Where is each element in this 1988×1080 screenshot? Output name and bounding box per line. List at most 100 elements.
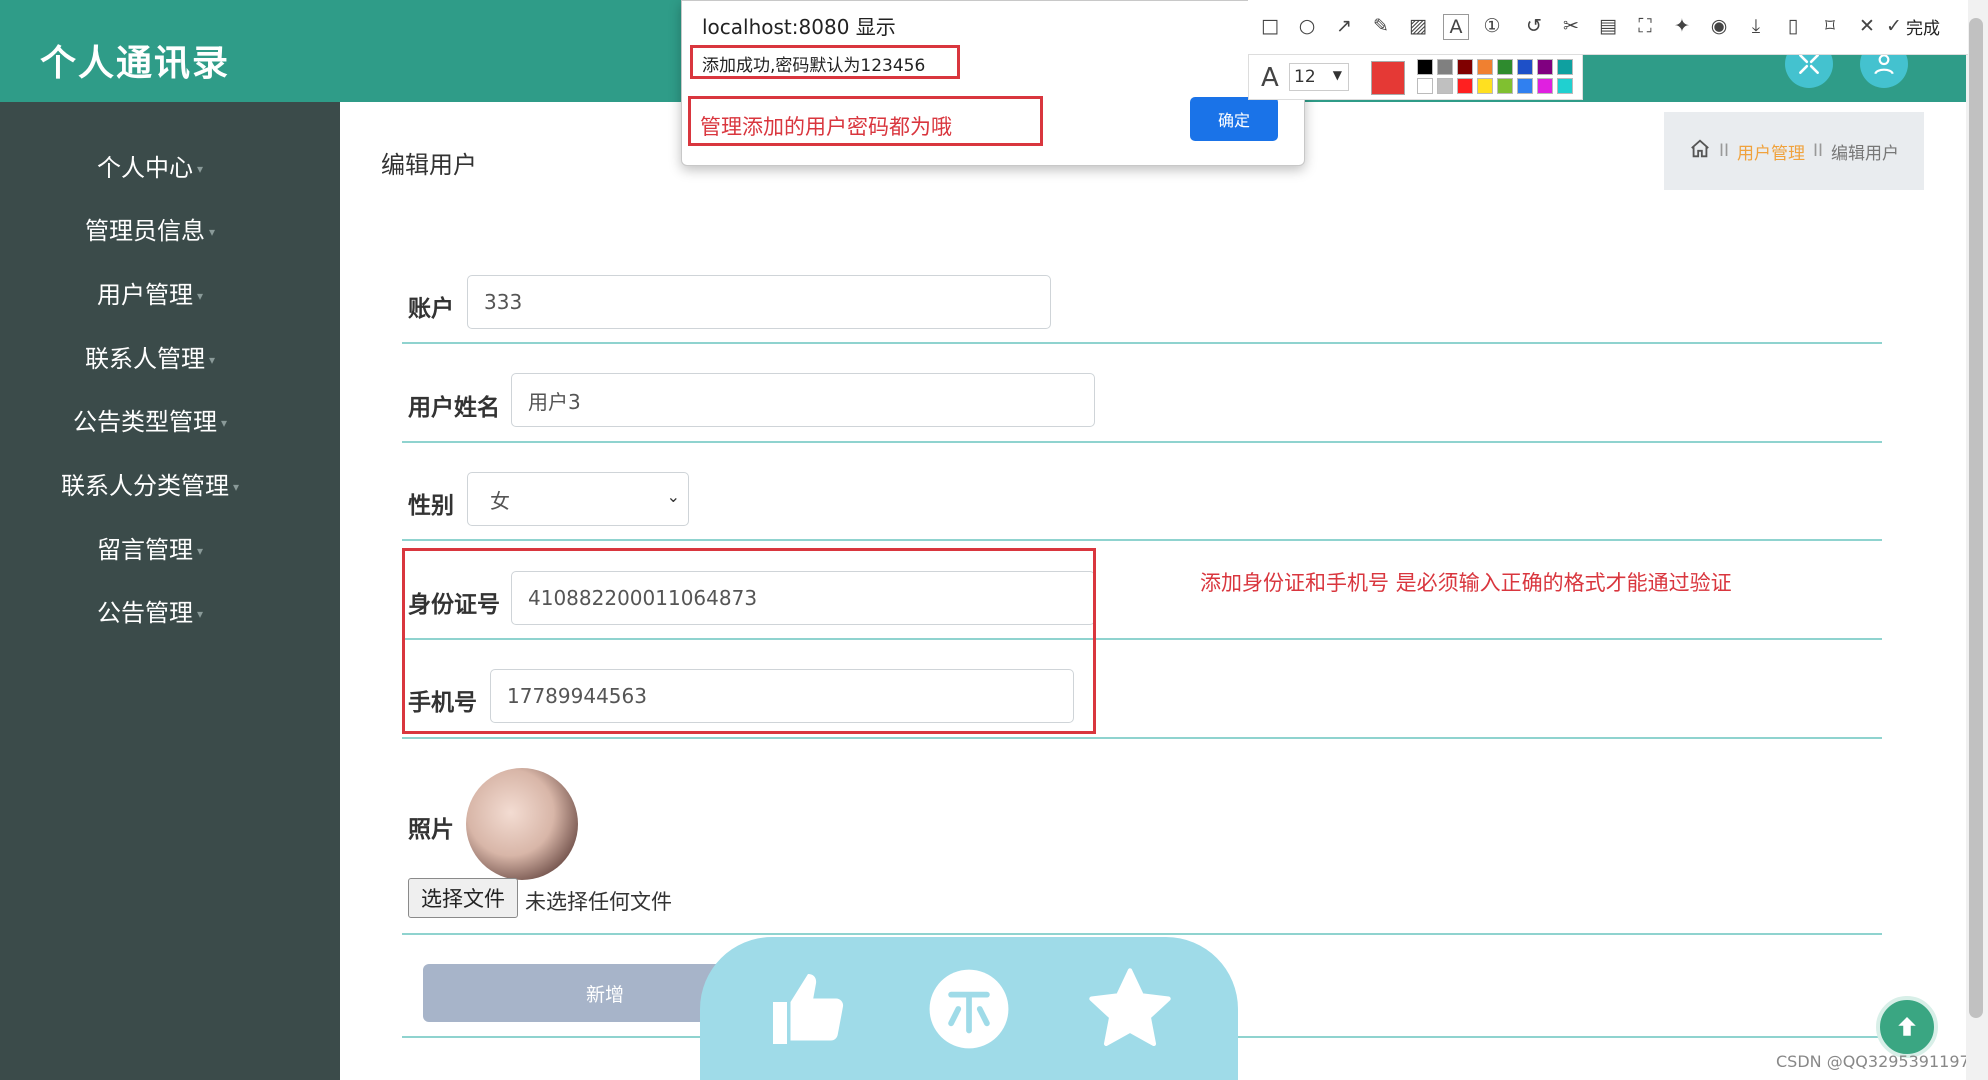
pin-icon[interactable]: ✦ xyxy=(1670,14,1694,38)
star-icon[interactable] xyxy=(1080,959,1180,1059)
choose-file-button[interactable]: 选择文件 xyxy=(408,878,518,918)
no-file-text: 未选择任何文件 xyxy=(525,890,672,914)
caret-down-icon: ▾ xyxy=(196,607,204,621)
sidebar-item-contact-management[interactable]: 联系人管理 ▾ xyxy=(0,339,300,374)
note-text[interactable]: 管理添加的用户密码都为哦 xyxy=(700,111,952,141)
sidebar-item-notice-management[interactable]: 公告管理 ▾ xyxy=(0,593,300,628)
sidebar-item-notice-type-management[interactable]: 公告类型管理 ▾ xyxy=(0,402,300,437)
coin-icon[interactable] xyxy=(919,959,1019,1059)
color-swatch[interactable] xyxy=(1557,59,1573,75)
home-icon[interactable] xyxy=(1689,138,1711,165)
row-divider xyxy=(402,933,1882,935)
color-swatch[interactable] xyxy=(1517,59,1533,75)
ok-button[interactable]: 确定 xyxy=(1190,97,1278,141)
sidebar-item-label: 个人中心 xyxy=(96,154,193,182)
page-title: 编辑用户 xyxy=(381,151,477,179)
color-swatch[interactable] xyxy=(1557,78,1573,94)
font-size-select[interactable]: 12 ▼ xyxy=(1289,63,1349,91)
sidebar-item-label: 公告类型管理 xyxy=(72,408,217,436)
caret-down-icon: ▾ xyxy=(232,480,240,494)
color-swatch[interactable] xyxy=(1417,78,1433,94)
text-tool-icon[interactable]: A xyxy=(1443,14,1469,40)
current-color-swatch[interactable] xyxy=(1371,61,1405,95)
undo-icon[interactable]: ↺ xyxy=(1522,14,1546,38)
scroll-to-top-button[interactable] xyxy=(1876,996,1938,1058)
bookmark-icon[interactable]: ⌑ xyxy=(1818,14,1842,38)
avatar xyxy=(466,768,578,880)
long-screenshot-icon[interactable]: ⛶ xyxy=(1633,14,1657,38)
caret-down-icon: ▾ xyxy=(196,289,204,303)
sidebar-item-personal-center[interactable]: 个人中心 ▾ xyxy=(0,148,300,183)
rectangle-icon[interactable]: □ xyxy=(1258,14,1282,38)
close-icon[interactable]: ✕ xyxy=(1855,14,1879,38)
sidebar-item-label: 联系人管理 xyxy=(84,345,205,373)
color-swatch[interactable] xyxy=(1497,78,1513,94)
sidebar-item-contact-category-management[interactable]: 联系人分类管理 ▾ xyxy=(0,466,300,501)
color-swatch[interactable] xyxy=(1457,59,1473,75)
caret-down-icon: ▾ xyxy=(220,416,228,430)
row-divider xyxy=(402,441,1882,443)
save-to-phone-icon[interactable]: ▯ xyxy=(1781,14,1805,38)
crop-icon[interactable]: ✂ xyxy=(1559,14,1583,38)
caret-down-icon: ▼ xyxy=(1332,68,1342,82)
ocr-icon[interactable]: ▤ xyxy=(1596,14,1620,38)
gender-select[interactable]: 女 ⌄ xyxy=(467,472,689,526)
number-marker-icon[interactable]: ① xyxy=(1480,14,1504,38)
caret-down-icon: ▾ xyxy=(196,162,204,176)
color-swatch[interactable] xyxy=(1437,78,1453,94)
color-swatch[interactable] xyxy=(1437,59,1453,75)
record-icon[interactable]: ◉ xyxy=(1707,14,1731,38)
caret-down-icon: ▾ xyxy=(196,544,204,558)
like-icon[interactable] xyxy=(758,959,858,1059)
sidebar-item-message-management[interactable]: 留言管理 ▾ xyxy=(0,530,300,565)
dialog-title: localhost:8080 显示 xyxy=(702,15,896,39)
gender-selected-value: 女 xyxy=(490,488,510,513)
watermark: CSDN @QQ3295391197 xyxy=(1776,1052,1970,1071)
breadcrumb: II 用户管理 II 编辑用户 xyxy=(1664,112,1924,190)
download-icon[interactable]: ⤓ xyxy=(1744,14,1768,38)
name-label: 用户姓名 xyxy=(408,395,500,421)
annotation-box xyxy=(402,548,1096,734)
floating-action-bar xyxy=(700,937,1238,1080)
color-swatch[interactable] xyxy=(1477,59,1493,75)
arrow-icon[interactable]: ↗ xyxy=(1332,14,1356,38)
snip-toolbar: □ ○ ↗ ✎ ▨ A ① ↺ ✂ ▤ ⛶ ✦ ◉ ⤓ ▯ ⌑ ✕ ✓ 完成 xyxy=(1248,0,1968,55)
color-swatch[interactable] xyxy=(1497,59,1513,75)
name-input[interactable]: 用户3 xyxy=(511,373,1095,427)
breadcrumb-parent[interactable]: 用户管理 xyxy=(1737,139,1805,164)
sidebar-item-label: 公告管理 xyxy=(96,599,193,627)
color-swatch[interactable] xyxy=(1477,78,1493,94)
photo-label: 照片 xyxy=(408,817,454,843)
account-input[interactable]: 333 xyxy=(467,275,1051,329)
sidebar-item-admin-info[interactable]: 管理员信息 ▾ xyxy=(0,211,300,246)
row-divider xyxy=(402,342,1882,344)
sidebar-item-label: 管理员信息 xyxy=(84,217,205,245)
sidebar-item-label: 联系人分类管理 xyxy=(60,472,229,500)
caret-down-icon: ▾ xyxy=(208,225,216,239)
account-label: 账户 xyxy=(408,296,454,322)
ellipse-icon[interactable]: ○ xyxy=(1295,14,1319,38)
breadcrumb-separator: II xyxy=(1718,141,1729,161)
color-swatch[interactable] xyxy=(1537,59,1553,75)
app-title: 个人通讯录 xyxy=(40,43,231,84)
chevron-down-icon: ⌄ xyxy=(666,487,680,506)
alert-dialog: localhost:8080 显示 添加成功,密码默认为123456 管理添加的… xyxy=(681,0,1305,166)
validation-annotation: 添加身份证和手机号 是必须输入正确的格式才能通过验证 xyxy=(1200,571,1732,595)
color-swatch[interactable] xyxy=(1417,59,1433,75)
sidebar-item-user-management[interactable]: 用户管理 ▾ xyxy=(0,275,300,310)
gender-label: 性别 xyxy=(408,493,454,519)
mosaic-icon[interactable]: ▨ xyxy=(1406,14,1430,38)
arrow-up-icon xyxy=(1898,1017,1916,1036)
row-divider xyxy=(402,737,1882,739)
pencil-icon[interactable]: ✎ xyxy=(1369,14,1393,38)
color-swatch[interactable] xyxy=(1517,78,1533,94)
check-icon[interactable]: ✓ xyxy=(1882,14,1906,38)
sidebar-item-label: 留言管理 xyxy=(96,536,193,564)
color-swatch[interactable] xyxy=(1537,78,1553,94)
scrollbar-thumb[interactable] xyxy=(1969,18,1983,1018)
color-swatch[interactable] xyxy=(1457,78,1473,94)
breadcrumb-separator: II xyxy=(1813,141,1824,161)
breadcrumb-current: 编辑用户 xyxy=(1831,143,1900,164)
sidebar-item-label: 用户管理 xyxy=(96,281,193,309)
done-button[interactable]: 完成 xyxy=(1906,14,1940,39)
